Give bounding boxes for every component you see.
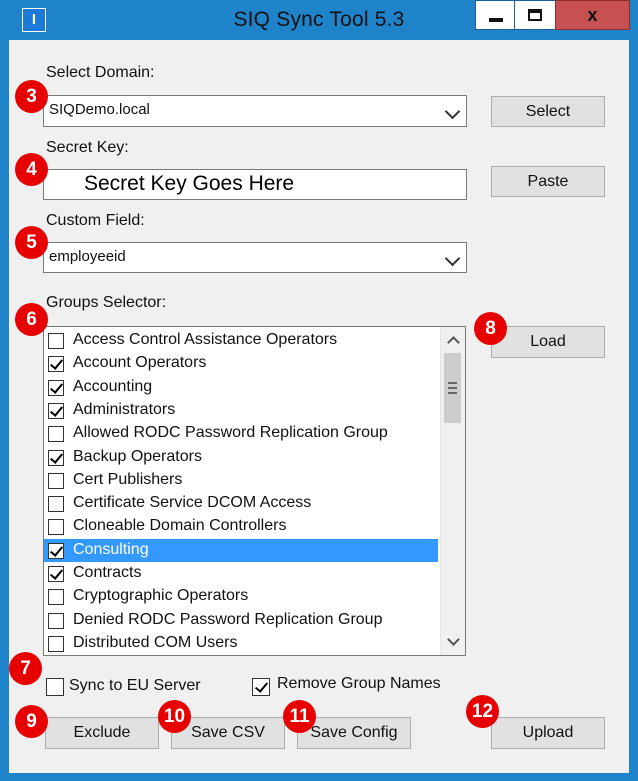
- callout-6: 6: [15, 303, 48, 336]
- secret-key-label: Secret Key:: [46, 139, 129, 156]
- group-name: Contracts: [73, 564, 142, 581]
- sync-eu-checkbox[interactable]: [46, 678, 64, 696]
- select-domain-label: Select Domain:: [46, 64, 155, 81]
- group-name: Certificate Service DCOM Access: [73, 494, 312, 512]
- group-checkbox[interactable]: [48, 566, 64, 582]
- callout-9: 9: [15, 705, 48, 738]
- group-checkbox[interactable]: [48, 542, 64, 559]
- scroll-up-icon[interactable]: [441, 327, 465, 352]
- group-name: Distributed COM Users: [73, 633, 238, 651]
- load-button[interactable]: Load: [491, 326, 605, 358]
- groups-selector-label: Groups Selector:: [46, 294, 167, 311]
- group-checkbox[interactable]: [48, 449, 64, 466]
- custom-field-value: employeeid: [49, 248, 126, 265]
- close-button[interactable]: x: [555, 0, 630, 30]
- group-checkbox[interactable]: [48, 379, 64, 396]
- group-name: Administrators: [73, 400, 176, 418]
- group-name: Allowed RODC Password Replication Group: [73, 424, 388, 442]
- paste-button[interactable]: Paste: [491, 166, 605, 197]
- group-checkbox[interactable]: [48, 635, 64, 652]
- list-item[interactable]: Account Operators: [44, 352, 438, 375]
- scroll-thumb[interactable]: [444, 353, 461, 423]
- chevron-down-icon: [444, 250, 461, 267]
- group-checkbox[interactable]: [48, 472, 64, 489]
- vertical-scrollbar[interactable]: [440, 327, 465, 655]
- group-checkbox[interactable]: [48, 519, 64, 536]
- list-item[interactable]: Cryptographic Operators: [44, 585, 438, 608]
- callout-11: 11: [283, 700, 316, 733]
- group-name: Cert Publishers: [73, 470, 183, 488]
- chevron-down-icon: [444, 103, 461, 120]
- group-checkbox[interactable]: [48, 496, 64, 513]
- group-name: Cloneable Domain Controllers: [73, 517, 287, 535]
- secret-key-value: Secret Key Goes Here: [84, 172, 295, 195]
- callout-8: 8: [474, 312, 507, 345]
- domain-value: SIQDemo.local: [49, 101, 150, 118]
- custom-field-combobox[interactable]: employeeid: [43, 242, 467, 273]
- list-item[interactable]: Backup Operators: [44, 446, 438, 469]
- list-item[interactable]: Distributed COM Users: [44, 632, 438, 655]
- upload-button[interactable]: Upload: [491, 717, 605, 749]
- list-item[interactable]: Accounting: [44, 376, 438, 399]
- list-item[interactable]: Allowed RODC Password Replication Group: [44, 422, 438, 445]
- exclude-button[interactable]: Exclude: [45, 717, 159, 749]
- list-item[interactable]: Administrators: [44, 399, 438, 422]
- custom-field-label: Custom Field:: [46, 212, 145, 229]
- minimize-button[interactable]: [475, 0, 515, 30]
- list-item[interactable]: Cloneable Domain Controllers: [44, 515, 438, 538]
- scroll-down-icon[interactable]: [441, 630, 465, 655]
- callout-7: 7: [9, 652, 42, 685]
- group-name: Accounting: [73, 377, 153, 395]
- remove-group-names-label[interactable]: Remove Group Names: [277, 675, 441, 693]
- list-item[interactable]: Access Control Assistance Operators: [44, 329, 438, 352]
- list-item[interactable]: Certificate Service DCOM Access: [44, 492, 438, 515]
- group-checkbox[interactable]: [48, 402, 64, 419]
- remove-group-names-checkbox[interactable]: [252, 678, 270, 696]
- callout-3: 3: [15, 80, 48, 113]
- group-name: Account Operators: [73, 354, 207, 372]
- group-checkbox[interactable]: [48, 589, 64, 606]
- domain-combobox[interactable]: SIQDemo.local: [43, 95, 467, 127]
- group-name: Consulting: [73, 540, 149, 558]
- select-button[interactable]: Select: [491, 96, 605, 127]
- group-name: Access Control Assistance Operators: [73, 331, 338, 348]
- list-item[interactable]: Contracts: [44, 562, 438, 585]
- group-checkbox[interactable]: [48, 426, 64, 443]
- group-checkbox[interactable]: [48, 356, 64, 373]
- sync-eu-label[interactable]: Sync to EU Server: [69, 677, 201, 695]
- group-checkbox[interactable]: [48, 333, 64, 349]
- callout-12: 12: [466, 695, 499, 728]
- list-item[interactable]: Consulting: [44, 538, 438, 562]
- callout-5: 5: [15, 226, 48, 259]
- list-item[interactable]: Denied RODC Password Replication Group: [44, 609, 438, 632]
- callout-4: 4: [15, 153, 48, 186]
- group-checkbox[interactable]: [48, 612, 64, 629]
- maximize-button[interactable]: [514, 0, 556, 30]
- group-name: Denied RODC Password Replication Group: [73, 610, 383, 628]
- groups-checked-listbox[interactable]: Access Control Assistance Operators Accou…: [43, 326, 466, 656]
- group-name: Backup Operators: [73, 447, 202, 465]
- list-item[interactable]: Cert Publishers: [44, 469, 438, 492]
- group-name: Cryptographic Operators: [73, 587, 249, 605]
- title-bar[interactable]: I SIQ Sync Tool 5.3 x: [0, 0, 638, 40]
- callout-10: 10: [158, 700, 191, 733]
